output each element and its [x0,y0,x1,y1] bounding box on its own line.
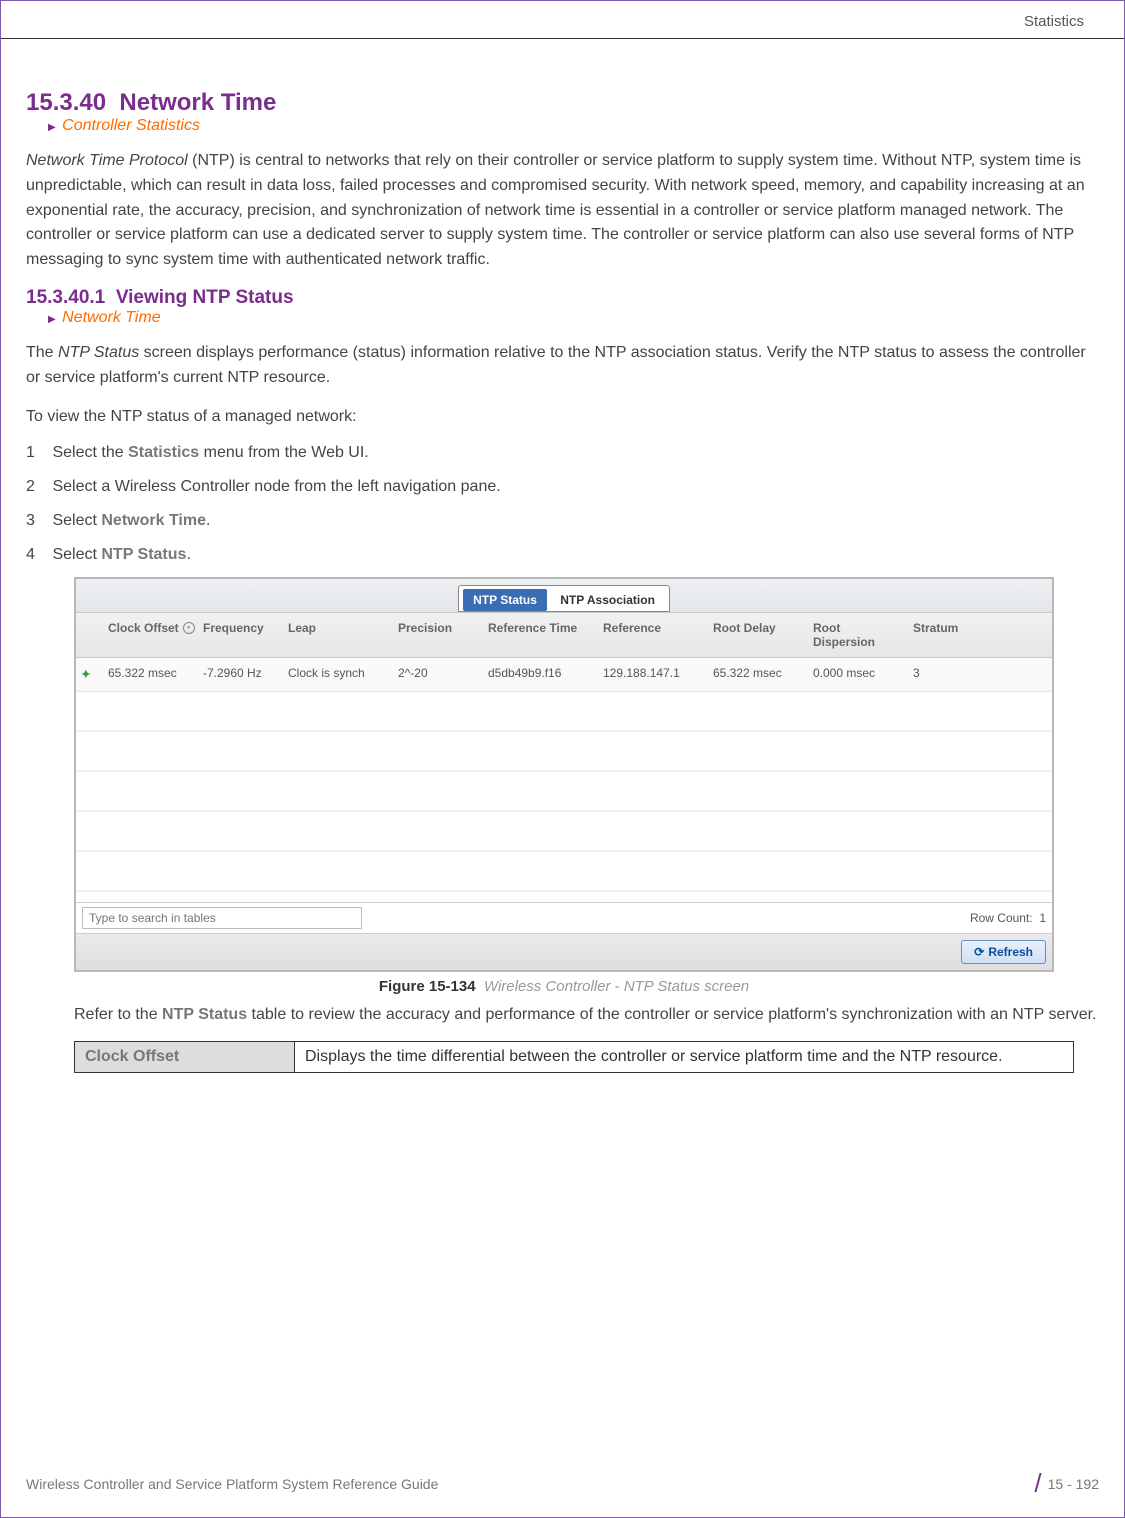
section-title: Network Time [119,89,276,116]
table-header: Clock Offset• Frequency Leap Precision R… [76,613,1052,658]
list-item: 4 Select NTP Status. [26,543,1099,567]
tab-ntp-association[interactable]: NTP Association [550,589,665,611]
section-heading-2: 15.3.40.1 Viewing NTP Status [26,287,1099,309]
refresh-button[interactable]: ⟳ Refresh [961,940,1046,964]
ordered-steps: 1 Select the Statistics menu from the We… [26,441,1099,567]
col-leap[interactable]: Leap [284,613,394,657]
col-clock-offset[interactable]: Clock Offset• [104,613,199,657]
search-input[interactable] [82,907,362,929]
list-item: 3 Select Network Time. [26,509,1099,533]
chevron-right-icon: ▶ [48,314,56,325]
list-item: 1 Select the Statistics menu from the We… [26,441,1099,465]
col-reference-time[interactable]: Reference Time [484,613,599,657]
breadcrumb-link[interactable]: Network Time [62,309,161,326]
breadcrumb-link[interactable]: Controller Statistics [62,117,200,134]
italic-term: Network Time Protocol [26,152,188,169]
row-count: Row Count: 1 [970,911,1046,925]
page-footer: Wireless Controller and Service Platform… [26,1468,1099,1499]
subsection-title: Viewing NTP Status [116,287,294,308]
col-reference[interactable]: Reference [599,613,709,657]
col-frequency[interactable]: Frequency [199,613,284,657]
empty-rows [76,692,1052,902]
paragraph: The NTP Status screen displays performan… [26,341,1099,391]
italic-term: NTP Status [58,344,139,361]
desc-value: Displays the time differential between t… [295,1042,1074,1073]
list-item: 2 Select a Wireless Controller node from… [26,475,1099,499]
refresh-icon: ⟳ [974,945,984,959]
chevron-right-icon: ▶ [48,122,56,133]
breadcrumb: ▶ Network Time [48,309,1099,327]
page-number: / 15 - 192 [1034,1468,1099,1499]
paragraph: Network Time Protocol (NTP) is central t… [26,149,1099,273]
paragraph-text: (NTP) is central to networks that rely o… [26,152,1085,268]
paragraph: Refer to the NTP Status table to review … [74,1003,1099,1028]
desc-key: Clock Offset [75,1042,295,1073]
col-root-delay[interactable]: Root Delay [709,613,809,657]
col-stratum[interactable]: Stratum [909,613,999,657]
ntp-status-panel: NTP Status NTP Association Clock Offset•… [74,577,1054,972]
status-ok-icon: ✦ [76,658,104,691]
col-precision[interactable]: Precision [394,613,484,657]
slash-icon: / [1034,1468,1041,1499]
table-row[interactable]: ✦ 65.322 msec -7.2960 Hz Clock is synch … [76,658,1052,692]
description-table: Clock Offset Displays the time different… [74,1041,1074,1073]
subsection-number: 15.3.40.1 [26,287,105,308]
figure: NTP Status NTP Association Clock Offset•… [74,577,1054,995]
breadcrumb: ▶ Controller Statistics [48,117,1099,135]
section-heading-1: 15.3.40 Network Time [26,89,1099,117]
sort-icon[interactable]: • [183,622,195,634]
col-root-dispersion[interactable]: Root Dispersion [809,613,909,657]
lead-text: To view the NTP status of a managed netw… [26,405,1099,429]
footer-title: Wireless Controller and Service Platform… [26,1476,438,1492]
section-number: 15.3.40 [26,89,106,116]
figure-caption: Figure 15-134 Wireless Controller - NTP … [74,978,1054,995]
tab-ntp-status[interactable]: NTP Status [463,589,547,611]
page-header: Statistics [1,1,1124,39]
